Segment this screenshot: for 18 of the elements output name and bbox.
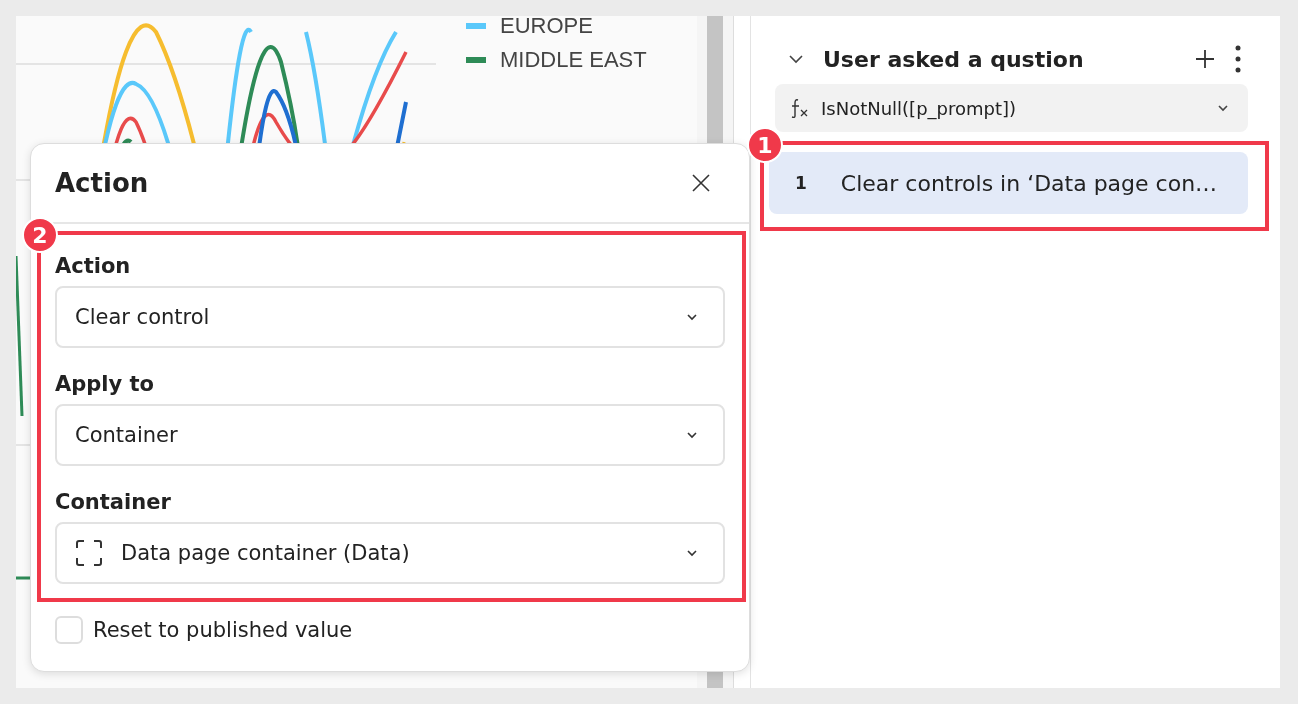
field-label: Action	[55, 254, 132, 278]
container-icon	[75, 539, 103, 567]
legend-label: MIDDLE EAST	[500, 47, 647, 73]
select-field[interactable]: Data page container (Data)	[55, 522, 725, 584]
field-label: Apply to	[55, 372, 155, 396]
dialog-title: Action	[55, 168, 149, 198]
sequence-title: User asked a qustion	[823, 46, 1085, 72]
add-icon[interactable]	[1194, 48, 1216, 70]
action-item[interactable]: 1 Clear controls in ‘Data page con…	[769, 152, 1248, 214]
reset-checkbox[interactable]: Reset to published value	[55, 616, 353, 644]
condition-dropdown[interactable]: IsNotNull([p_prompt])	[775, 84, 1248, 132]
checkbox[interactable]	[55, 616, 83, 644]
more-icon[interactable]	[1234, 44, 1242, 74]
legend-label: EUROPE	[500, 13, 593, 39]
select-field[interactable]: Container	[55, 404, 725, 466]
field-label: Container	[55, 490, 172, 514]
close-icon[interactable]	[691, 173, 711, 193]
select-field[interactable]: Clear control	[55, 286, 725, 348]
